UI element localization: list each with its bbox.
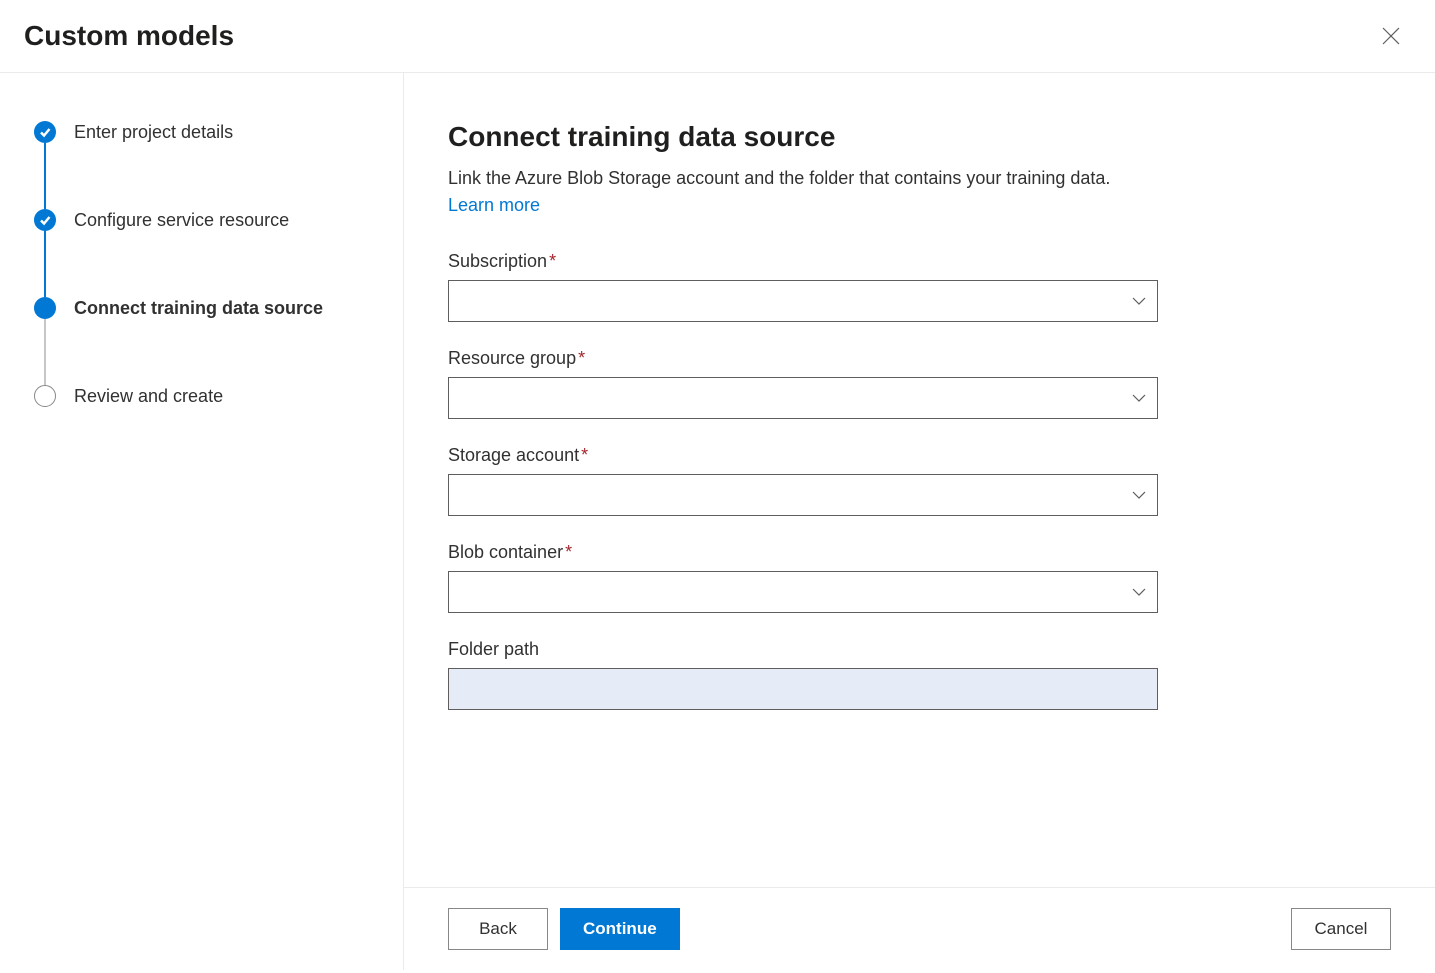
page-title: Custom models	[24, 20, 234, 52]
step-enter-project-details[interactable]: Enter project details	[34, 121, 383, 209]
subscription-dropdown[interactable]	[448, 280, 1158, 322]
blob-container-input[interactable]	[448, 571, 1158, 613]
resource-group-dropdown[interactable]	[448, 377, 1158, 419]
main-panel: Connect training data source Link the Az…	[404, 73, 1435, 970]
step-connector	[44, 319, 46, 385]
step-connect-training-data-source[interactable]: Connect training data source	[34, 297, 383, 385]
pending-step-icon	[34, 385, 56, 407]
back-button[interactable]: Back	[448, 908, 548, 950]
step-configure-service-resource[interactable]: Configure service resource	[34, 209, 383, 297]
form-content: Connect training data source Link the Az…	[404, 73, 1435, 887]
continue-button[interactable]: Continue	[560, 908, 680, 950]
required-asterisk: *	[565, 542, 572, 562]
wizard-sidebar: Enter project details Configure service …	[0, 73, 404, 970]
learn-more-link[interactable]: Learn more	[448, 195, 540, 215]
page-header: Custom models	[0, 0, 1435, 73]
field-folder-path: Folder path	[448, 639, 1158, 710]
section-description: Link the Azure Blob Storage account and …	[448, 165, 1148, 219]
field-label: Subscription*	[448, 251, 1158, 272]
section-heading: Connect training data source	[448, 121, 1391, 153]
field-storage-account: Storage account*	[448, 445, 1158, 516]
active-step-icon	[34, 297, 56, 319]
blob-container-dropdown[interactable]	[448, 571, 1158, 613]
field-resource-group: Resource group*	[448, 348, 1158, 419]
required-asterisk: *	[578, 348, 585, 368]
check-icon	[34, 209, 56, 231]
field-label: Folder path	[448, 639, 1158, 660]
label-text: Folder path	[448, 639, 539, 659]
step-label: Enter project details	[74, 122, 233, 143]
resource-group-input[interactable]	[448, 377, 1158, 419]
close-icon[interactable]	[1382, 27, 1400, 45]
field-subscription: Subscription*	[448, 251, 1158, 322]
field-blob-container: Blob container*	[448, 542, 1158, 613]
label-text: Storage account	[448, 445, 579, 465]
check-icon	[34, 121, 56, 143]
field-label: Resource group*	[448, 348, 1158, 369]
step-review-and-create[interactable]: Review and create	[34, 385, 383, 407]
required-asterisk: *	[549, 251, 556, 271]
cancel-button[interactable]: Cancel	[1291, 908, 1391, 950]
folder-path-input[interactable]	[448, 668, 1158, 710]
storage-account-input[interactable]	[448, 474, 1158, 516]
label-text: Subscription	[448, 251, 547, 271]
storage-account-dropdown[interactable]	[448, 474, 1158, 516]
field-label: Storage account*	[448, 445, 1158, 466]
step-connector	[44, 231, 46, 297]
step-label: Connect training data source	[74, 298, 323, 319]
step-label: Review and create	[74, 386, 223, 407]
step-label: Configure service resource	[74, 210, 289, 231]
label-text: Resource group	[448, 348, 576, 368]
subscription-input[interactable]	[448, 280, 1158, 322]
wizard-footer: Back Continue Cancel	[404, 887, 1435, 970]
page-body: Enter project details Configure service …	[0, 73, 1435, 970]
required-asterisk: *	[581, 445, 588, 465]
step-connector	[44, 143, 46, 209]
field-label: Blob container*	[448, 542, 1158, 563]
label-text: Blob container	[448, 542, 563, 562]
description-text: Link the Azure Blob Storage account and …	[448, 168, 1110, 188]
